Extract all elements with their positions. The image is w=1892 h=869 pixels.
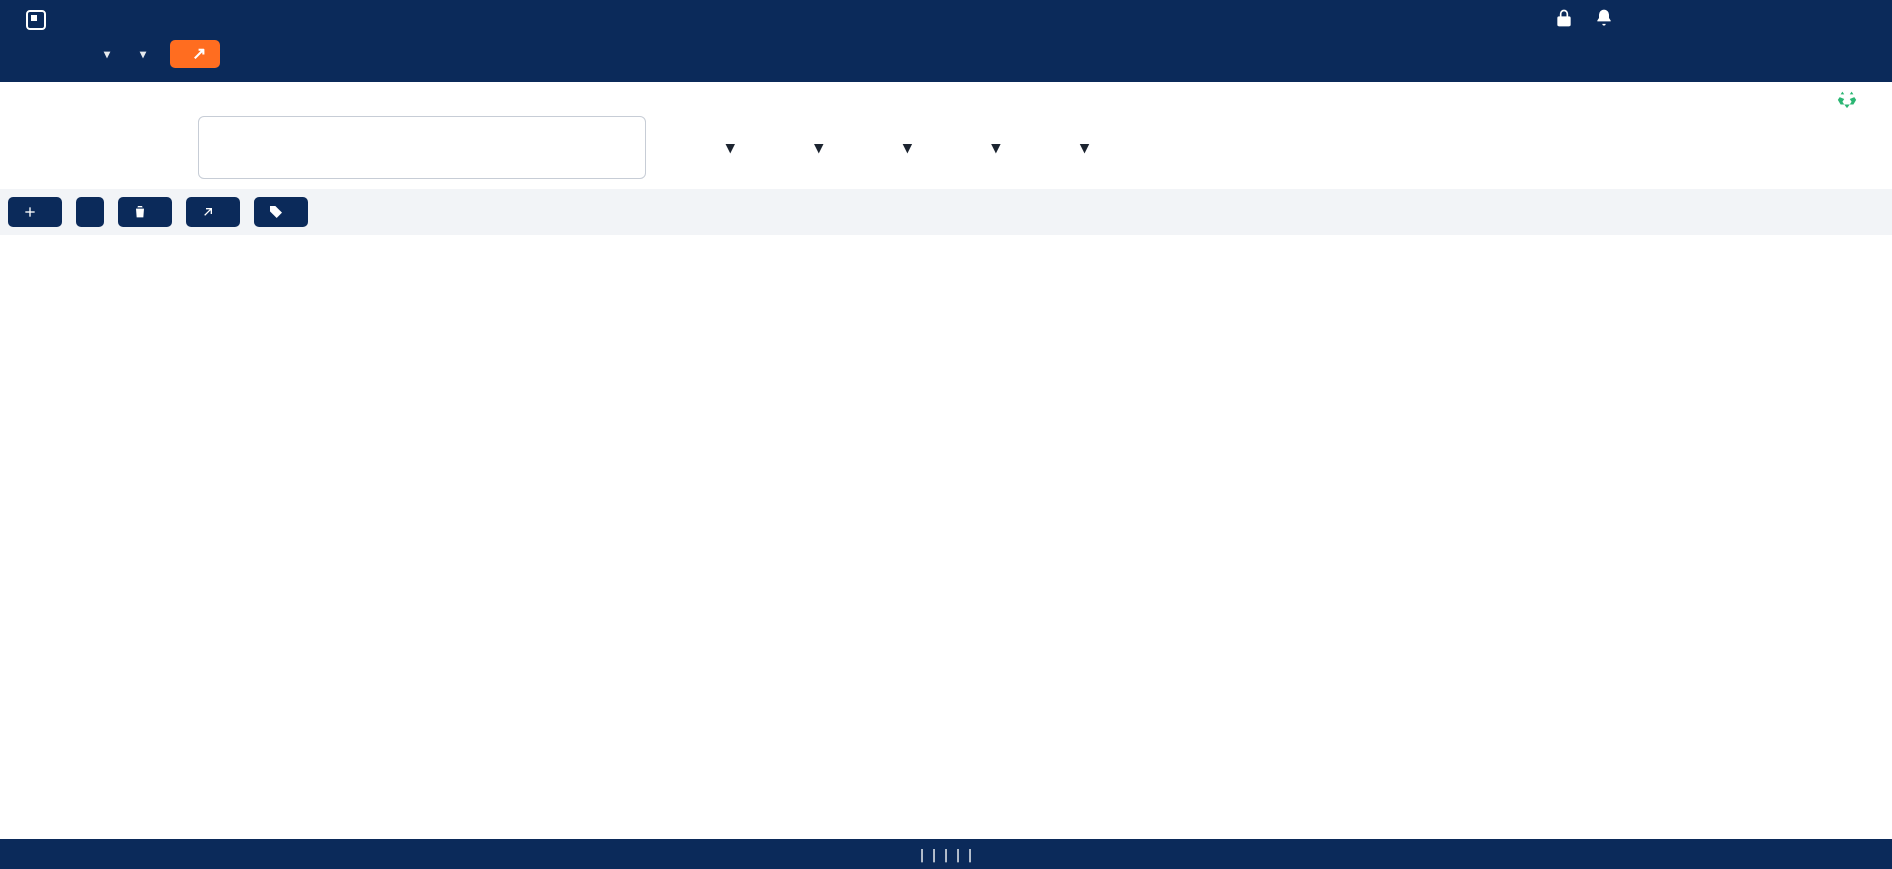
trash-icon <box>132 204 148 220</box>
search-input-wrap[interactable] <box>198 116 646 179</box>
chevron-down-icon: ▾ <box>140 47 146 61</box>
topbar: ▾ ▾ ↗ <box>0 0 1892 82</box>
create-password-button[interactable] <box>8 197 62 227</box>
label-filter[interactable]: ▾ <box>805 138 824 158</box>
brand-logo[interactable] <box>26 10 54 30</box>
tag-icon <box>268 204 284 220</box>
table-header-row <box>0 235 1892 263</box>
plus-icon <box>22 204 38 220</box>
footer: | | | | | <box>0 839 1892 869</box>
chevron-down-icon: ▾ <box>104 47 110 61</box>
deselect-all-button[interactable] <box>76 197 104 227</box>
chevron-down-icon: ▾ <box>726 138 735 158</box>
filters-bar: ▾ ▾ ▾ ▾ ▾ <box>0 110 1892 189</box>
favorite-filter[interactable]: ▾ <box>982 138 1001 158</box>
recycle-icon <box>1836 88 1858 110</box>
ownership-filter[interactable]: ▾ <box>1070 138 1089 158</box>
label-passwords-button[interactable] <box>254 197 308 227</box>
delete-passwords-button[interactable] <box>118 197 172 227</box>
titlebar <box>0 82 1892 110</box>
external-link-icon: ↗ <box>192 44 206 64</box>
password-table <box>0 235 1892 263</box>
transfer-passwords-button[interactable] <box>186 197 240 227</box>
team-filter[interactable]: ▾ <box>716 138 735 158</box>
recently-deleted-link[interactable] <box>1836 88 1872 110</box>
updated-filter[interactable]: ▾ <box>893 138 912 158</box>
arrow-upright-icon <box>200 204 216 220</box>
nav-resources[interactable]: ▾ <box>134 47 146 61</box>
search-input[interactable] <box>215 135 629 161</box>
chevron-down-icon: ▾ <box>815 138 824 158</box>
chevron-down-icon: ▾ <box>1080 138 1089 158</box>
bell-icon[interactable] <box>1594 8 1614 32</box>
lock-icon[interactable] <box>1554 8 1574 32</box>
chevron-down-icon: ▾ <box>903 138 912 158</box>
passpack-glyph-icon <box>26 10 46 30</box>
action-strip <box>0 189 1892 235</box>
chevron-down-icon: ▾ <box>992 138 1001 158</box>
nav-reporting[interactable]: ▾ <box>98 47 110 61</box>
quick-start-button[interactable]: ↗ <box>170 40 220 68</box>
